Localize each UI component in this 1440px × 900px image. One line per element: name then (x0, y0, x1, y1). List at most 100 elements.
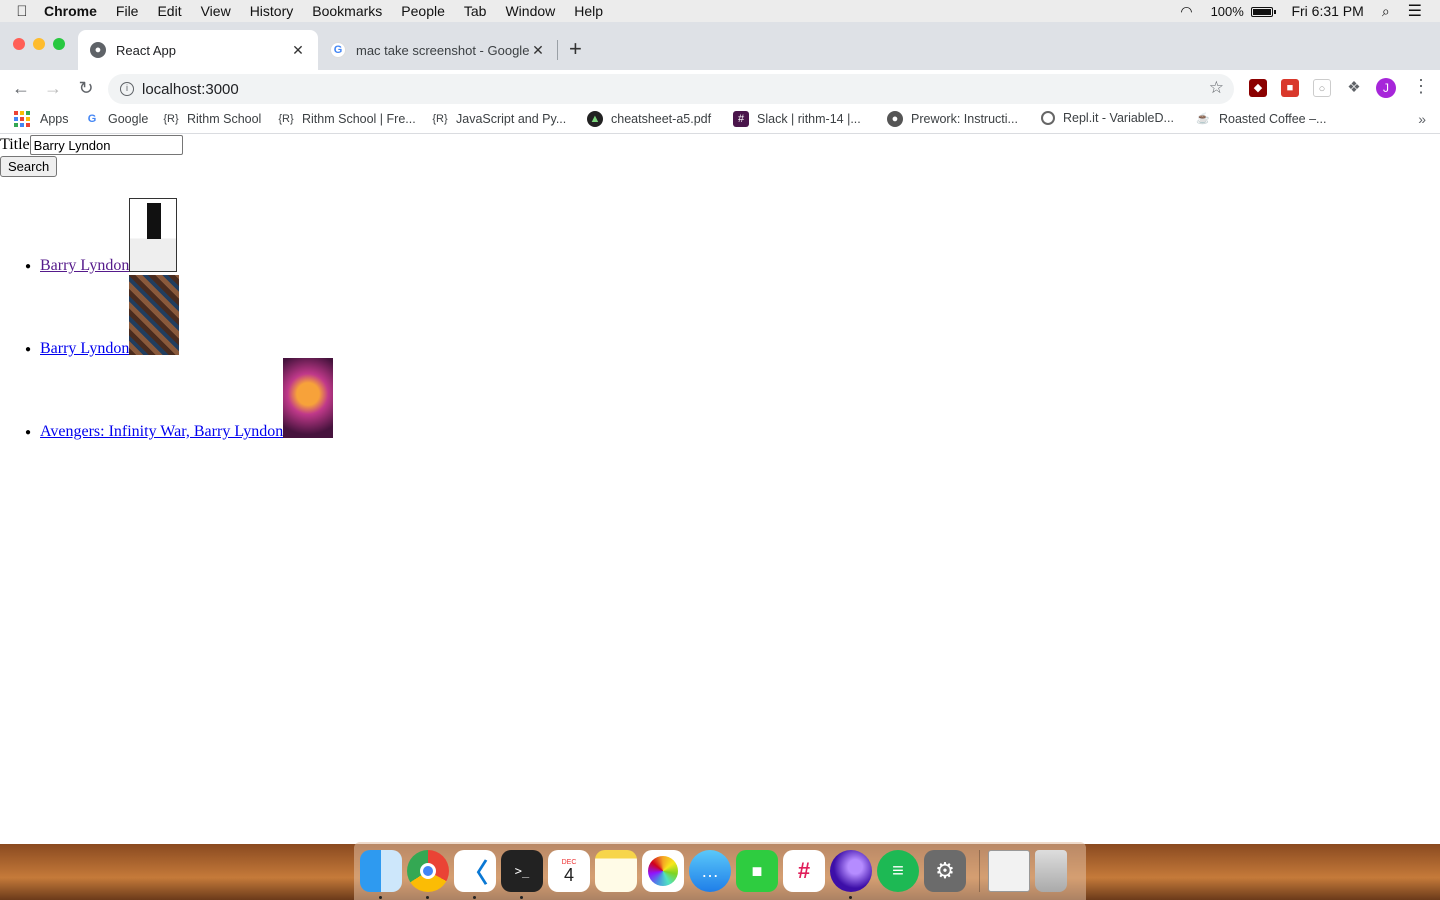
globe-favicon-icon: ● (90, 42, 106, 58)
dock-separator (979, 850, 980, 892)
tab-close-icon[interactable]: ✕ (290, 42, 306, 59)
tab-google-search[interactable]: G mac take screenshot - Google ✕ (318, 30, 558, 70)
mac-dock: 〈 >_ DEC 4 … ■ # ≡ ⚙ (354, 842, 1086, 900)
tab-strip: ● React App ✕ G mac take screenshot - Go… (0, 22, 1440, 70)
new-tab-plus-icon[interactable]: + (569, 36, 582, 62)
bookmark-apps[interactable]: Apps (14, 111, 69, 127)
finder-icon[interactable] (360, 850, 402, 899)
facetime-icon[interactable]: ■ (736, 850, 778, 892)
slack-icon[interactable]: # (783, 850, 825, 892)
result-link[interactable]: Avengers: Infinity War, Barry Lyndon (40, 424, 283, 440)
chrome-menu-kebab-icon[interactable]: ⋮ (1412, 76, 1430, 97)
battery-status[interactable]: 100% (1211, 4, 1277, 19)
vscode-icon[interactable]: 〈 (454, 850, 496, 899)
apps-grid-icon (14, 111, 30, 127)
chrome-window-thumbnail-icon[interactable] (988, 850, 1030, 892)
tor-browser-icon[interactable] (830, 850, 872, 899)
replit-icon (1041, 111, 1055, 125)
result-link[interactable]: Barry Lyndon (40, 341, 129, 357)
calendar-day: 4 (563, 864, 574, 885)
result-link[interactable]: Barry Lyndon (40, 258, 129, 274)
spotlight-search-icon[interactable]: ⌕ (1382, 3, 1390, 20)
reload-icon[interactable]: ↻ (74, 76, 98, 100)
bookmarks-bar: Apps G Google {R} Rithm School {R} Rithm… (0, 106, 1440, 134)
bookmark-star-icon[interactable]: ☆ (1209, 78, 1224, 98)
terminal-icon[interactable]: >_ (501, 850, 543, 899)
notes-icon[interactable] (595, 850, 637, 892)
ublock-extension-icon[interactable]: ◆ (1249, 79, 1267, 97)
tab-divider (557, 40, 558, 60)
menu-clock[interactable]: Fri 6:31 PM (1291, 3, 1363, 19)
tab-close-icon[interactable]: ✕ (530, 42, 546, 59)
menu-file[interactable]: File (116, 3, 139, 19)
bookmark-label: Slack | rithm-14 |... (757, 112, 861, 126)
photos-icon[interactable] (642, 850, 684, 892)
messages-icon[interactable]: … (689, 850, 731, 892)
search-form: Title (0, 135, 183, 155)
bookmark-cheatsheet[interactable]: ▲ cheatsheet-a5.pdf (587, 111, 711, 127)
title-search-input[interactable] (29, 135, 183, 155)
forward-arrow-icon[interactable]: → (41, 76, 65, 100)
menu-window[interactable]: Window (505, 3, 555, 19)
wifi-icon[interactable]: ◠ (1180, 3, 1192, 20)
bookmark-label: Google (108, 112, 149, 126)
red-extension-icon[interactable]: ■ (1281, 79, 1299, 97)
bookmark-google[interactable]: G Google (84, 111, 149, 127)
window-maximize-button[interactable] (53, 38, 65, 50)
menu-edit[interactable]: Edit (157, 3, 181, 19)
system-preferences-icon[interactable]: ⚙ (924, 850, 966, 892)
battery-icon (1251, 7, 1277, 18)
movie-poster-image (129, 275, 180, 355)
spotify-icon[interactable]: ≡ (877, 850, 919, 892)
calendar-icon[interactable]: DEC 4 (548, 850, 590, 892)
bullet-icon: ● (25, 427, 32, 438)
page-content: Title Search ● Barry Lyndon ● Barry Lynd… (0, 134, 1440, 844)
list-item: ● Barry Lyndon (25, 275, 180, 357)
google-favicon-icon: G (330, 42, 346, 58)
site-info-icon[interactable]: i (120, 82, 134, 96)
tab-react-app[interactable]: ● React App ✕ (78, 30, 318, 70)
window-close-button[interactable] (13, 38, 25, 50)
title-label: Title (0, 136, 30, 153)
bookmark-javascript-python[interactable]: {R} JavaScript and Py... (432, 111, 566, 127)
rithm-icon: {R} (278, 113, 294, 125)
chrome-window: ● React App ✕ G mac take screenshot - Go… (0, 22, 1440, 844)
bookmark-roasted-coffee[interactable]: ☕ Roasted Coffee –... (1195, 111, 1326, 127)
browser-toolbar: ← → ↻ i localhost:3000 ☆ ◆ ■ ○ ❖ J ⋮ (0, 70, 1440, 106)
bookmark-rithm-school-free[interactable]: {R} Rithm School | Fre... (278, 111, 416, 127)
extensions-puzzle-icon[interactable]: ❖ (1345, 79, 1363, 97)
chrome-icon[interactable] (407, 850, 449, 899)
menu-bookmarks[interactable]: Bookmarks (312, 3, 382, 19)
trash-icon[interactable] (1035, 850, 1067, 892)
bullet-icon: ● (25, 344, 32, 355)
bookmark-label: Repl.it - VariableD... (1063, 111, 1174, 125)
menu-view[interactable]: View (201, 3, 231, 19)
search-button[interactable]: Search (0, 156, 58, 177)
bookmark-slack[interactable]: # Slack | rithm-14 |... (733, 111, 861, 127)
bookmark-rithm-school[interactable]: {R} Rithm School (163, 111, 261, 127)
bookmark-label: Prework: Instructi... (911, 112, 1018, 126)
bookmark-label: Rithm School | Fre... (302, 112, 416, 126)
menu-status-area: ◠ 100% Fri 6:31 PM ⌕ ☰ (1180, 0, 1440, 22)
menu-help[interactable]: Help (574, 3, 603, 19)
window-minimize-button[interactable] (33, 38, 45, 50)
circle-extension-icon[interactable]: ○ (1313, 79, 1331, 97)
rithm-icon: {R} (163, 113, 179, 125)
menu-history[interactable]: History (250, 3, 294, 19)
back-arrow-icon[interactable]: ← (9, 76, 33, 100)
bookmark-label: Roasted Coffee –... (1219, 112, 1327, 126)
bookmarks-overflow-chevron-icon[interactable]: » (1418, 111, 1426, 127)
tab-title: React App (116, 42, 176, 58)
notification-center-icon[interactable]: ☰ (1408, 1, 1422, 21)
tab-title: mac take screenshot - Google (356, 42, 530, 58)
menu-app-name[interactable]: Chrome (44, 3, 97, 19)
menu-tab[interactable]: Tab (464, 3, 487, 19)
pdf-icon: ▲ (587, 111, 603, 127)
bookmark-label: cheatsheet-a5.pdf (611, 112, 712, 126)
address-bar[interactable]: i localhost:3000 ☆ (108, 74, 1234, 104)
bookmark-prework[interactable]: ● Prework: Instructi... (887, 111, 1018, 127)
apple-menu-icon[interactable]:  (0, 3, 44, 20)
menu-people[interactable]: People (401, 3, 445, 19)
bookmark-replit[interactable]: Repl.it - VariableD... (1041, 111, 1174, 125)
profile-avatar[interactable]: J (1376, 78, 1396, 98)
